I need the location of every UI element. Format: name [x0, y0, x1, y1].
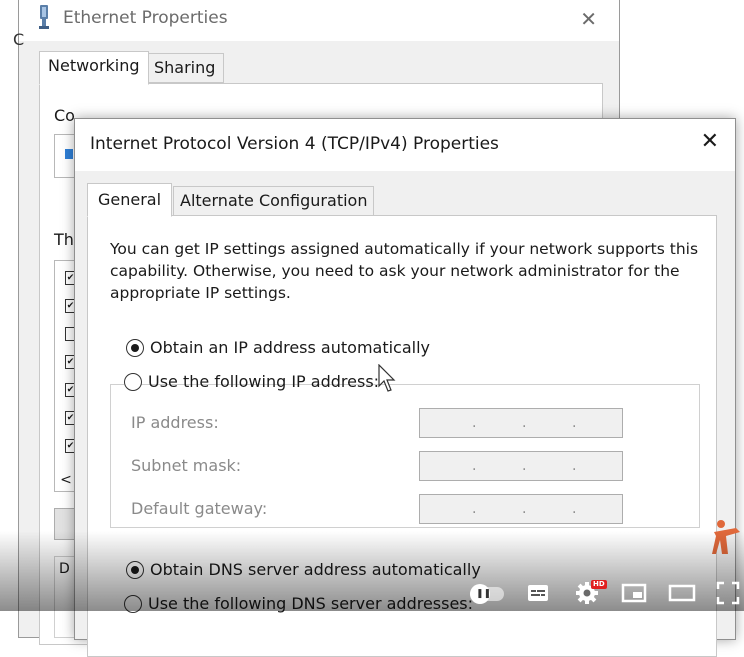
default-gateway-label: Default gateway:: [131, 499, 268, 518]
tab-alternate-configuration[interactable]: Alternate Configuration: [173, 186, 375, 216]
network-adapter-icon: [39, 5, 49, 29]
default-gateway-field: . . .: [419, 494, 623, 524]
octet-separator: .: [572, 501, 577, 517]
ipv4-dialog-title: Internet Protocol Version 4 (TCP/IPv4) P…: [90, 134, 499, 154]
octet-separator: .: [472, 501, 477, 517]
background-window-text: C: [13, 30, 25, 49]
ipv4-properties-dialog: Internet Protocol Version 4 (TCP/IPv4) P…: [74, 118, 736, 657]
radio-selected-icon[interactable]: [126, 561, 144, 579]
description-label: D: [59, 561, 70, 577]
use-following-dns-label: Use the following DNS server addresses:: [148, 594, 474, 613]
connection-items-label: Th: [54, 230, 74, 249]
ethernet-titlebar: Ethernet Properties ✕: [19, 0, 619, 41]
pause-icon: ❚❚: [476, 589, 492, 599]
tab-networking[interactable]: Networking: [39, 51, 149, 85]
radio-selected-icon[interactable]: [126, 339, 144, 357]
ip-address-label: IP address:: [131, 413, 219, 432]
obtain-ip-automatically-label: Obtain an IP address automatically: [150, 338, 431, 357]
use-following-ip-radio[interactable]: Use the following IP address:: [124, 370, 379, 394]
mouse-cursor-icon: [378, 364, 396, 392]
subtitles-icon[interactable]: [526, 581, 550, 605]
intro-text: You can get IP settings assigned automat…: [110, 240, 699, 302]
miniplayer-icon[interactable]: [621, 581, 647, 605]
octet-separator: .: [522, 501, 527, 517]
use-following-ip-label: Use the following IP address:: [148, 372, 380, 391]
octet-separator: .: [522, 458, 527, 474]
ethernet-window-title: Ethernet Properties: [63, 8, 228, 28]
autoplay-toggle-icon[interactable]: ❚❚: [470, 584, 504, 604]
ipv4-dialog-body: General Alternate Configuration You can …: [75, 171, 735, 657]
connect-using-label: Co: [54, 106, 75, 125]
subnet-mask-field: . . .: [419, 451, 623, 481]
ipv4-close-button[interactable]: ✕: [701, 129, 719, 154]
subnet-mask-label: Subnet mask:: [131, 456, 242, 475]
ethernet-close-button[interactable]: ✕: [580, 7, 597, 31]
ip-address-field: . . .: [419, 408, 623, 438]
static-ip-groupbox: IP address: . . . Subnet mask: . . . Def…: [110, 384, 700, 528]
hd-badge: HD: [591, 580, 607, 589]
octet-separator: .: [522, 415, 527, 431]
octet-separator: .: [472, 415, 477, 431]
adapter-icon: [65, 149, 73, 159]
octet-separator: .: [472, 458, 477, 474]
ipv4-titlebar: Internet Protocol Version 4 (TCP/IPv4) P…: [75, 119, 735, 171]
radio-unselected-icon[interactable]: [124, 373, 142, 391]
theater-mode-icon[interactable]: [668, 581, 696, 605]
fullscreen-icon[interactable]: [716, 581, 740, 605]
octet-separator: .: [572, 458, 577, 474]
autoplay-knob: ❚❚: [470, 584, 492, 604]
tab-general[interactable]: General: [87, 183, 173, 217]
octet-separator: .: [572, 415, 577, 431]
tab-sharing[interactable]: Sharing: [145, 53, 225, 83]
obtain-dns-automatically-label: Obtain DNS server address automatically: [150, 560, 481, 579]
channel-logo-icon: [712, 520, 740, 554]
radio-unselected-icon[interactable]: [124, 595, 142, 613]
